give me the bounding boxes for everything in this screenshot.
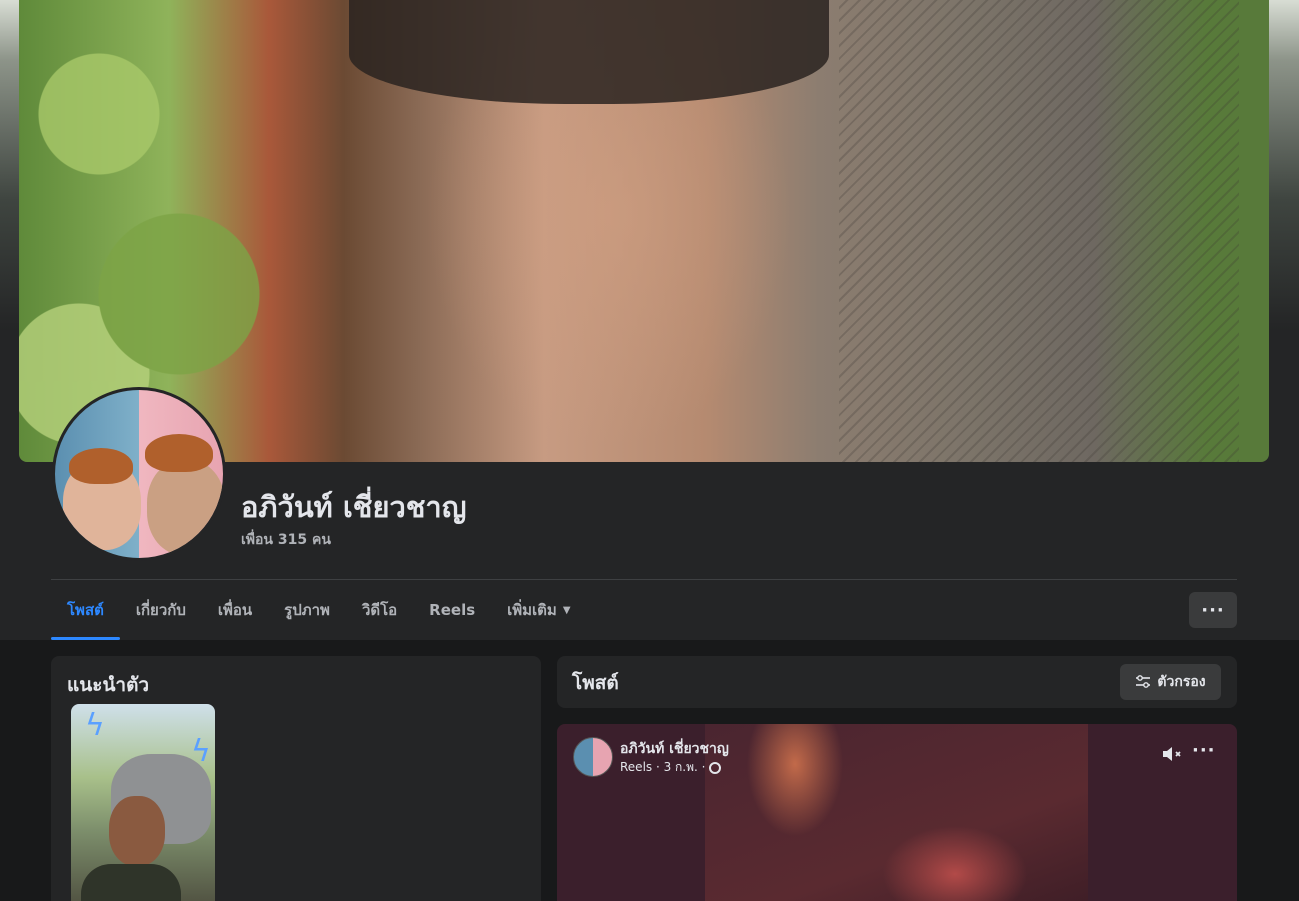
post-author-name[interactable]: อภิวันท์ เชี่ยวชาญ <box>620 738 729 760</box>
featured-story[interactable]: ϟ ϟ <box>71 704 215 901</box>
featured-person <box>109 796 165 866</box>
avatar-dog-filter-left <box>69 448 133 484</box>
caret-down-icon: ▼ <box>562 604 571 616</box>
sliders-icon <box>1136 675 1151 688</box>
tab-label: Reels <box>429 601 476 619</box>
avatar-dog-filter-right <box>145 434 213 472</box>
tab-label: เพื่อน <box>217 601 253 619</box>
profile-name: อภิวันท์ เชี่ยวชาญ <box>241 490 467 524</box>
more-options-button[interactable]: ··· <box>1189 592 1237 628</box>
avatar-face-right <box>147 460 223 555</box>
intro-title: แนะนำตัว <box>67 674 150 696</box>
lightning-icon: ϟ <box>85 708 105 743</box>
tab-label: เกี่ยวกับ <box>135 601 186 619</box>
featured-jacket <box>81 864 181 901</box>
profile-header: อภิวันท์ เชี่ยวชาญ เพื่อน 315 คน โพสต์ เ… <box>0 0 1299 640</box>
tab-posts[interactable]: โพสต์ <box>51 580 120 640</box>
profile-avatar[interactable] <box>52 387 226 561</box>
tab-more[interactable]: เพิ่มเติม ▼ <box>491 580 586 640</box>
tab-about[interactable]: เกี่ยวกับ <box>120 580 202 640</box>
cover-hair <box>349 0 829 104</box>
filter-button[interactable]: ตัวกรอง <box>1120 664 1221 700</box>
tab-photos[interactable]: รูปภาพ <box>268 580 346 640</box>
tab-videos[interactable]: วิดีโอ <box>346 580 413 640</box>
post-author-avatar[interactable] <box>573 737 613 777</box>
post-more-button[interactable]: ··· <box>1192 740 1216 761</box>
profile-tabs: โพสต์ เกี่ยวกับ เพื่อน รูปภาพ วิดีโอ Ree… <box>51 580 587 640</box>
friends-count[interactable]: เพื่อน 315 คน <box>241 529 331 551</box>
post-meta-text: Reels · 3 ก.พ. · <box>620 760 706 774</box>
post-meta: Reels · 3 ก.พ. · <box>620 758 722 777</box>
filter-label: ตัวกรอง <box>1157 674 1206 690</box>
posts-title: โพสต์ <box>572 672 619 694</box>
mute-icon[interactable] <box>1160 742 1184 766</box>
tab-label: รูปภาพ <box>284 601 330 619</box>
tab-label: เพิ่มเติม <box>507 601 557 619</box>
posts-header: โพสต์ ตัวกรอง <box>557 656 1237 708</box>
globe-icon <box>709 761 722 774</box>
reel-video[interactable] <box>705 724 1088 901</box>
reel-post[interactable]: อภิวันท์ เชี่ยวชาญ Reels · 3 ก.พ. · ··· <box>557 724 1237 901</box>
lightning-icon: ϟ <box>191 734 211 769</box>
cover-photo[interactable] <box>19 0 1269 462</box>
tab-label: วิดีโอ <box>361 601 398 619</box>
tab-label: โพสต์ <box>67 601 104 619</box>
tab-friends[interactable]: เพื่อน <box>202 580 268 640</box>
intro-card: แนะนำตัว ϟ ϟ <box>51 656 541 901</box>
tab-reels[interactable]: Reels <box>413 580 491 640</box>
